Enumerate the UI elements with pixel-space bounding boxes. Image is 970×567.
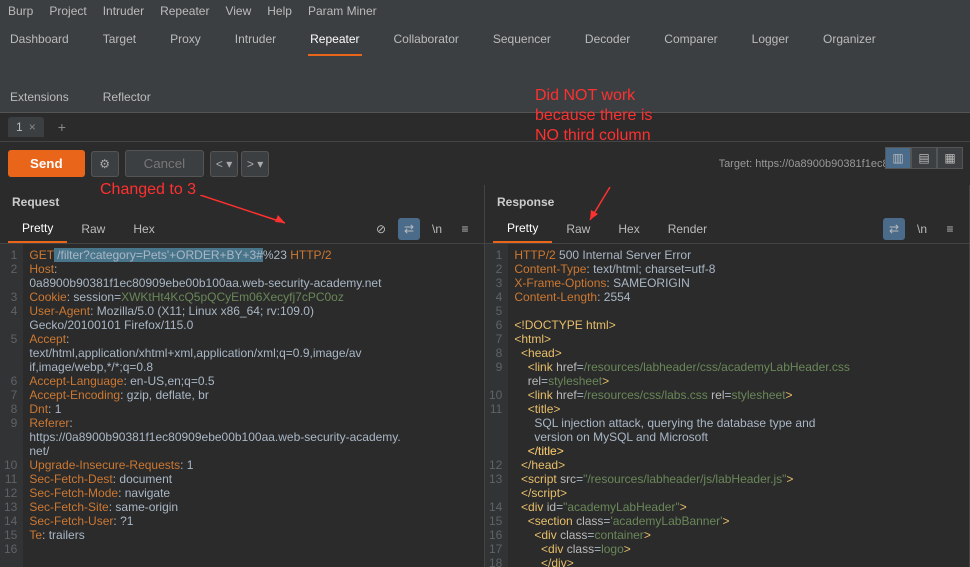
- editor-split: Request PrettyRawHex ⊘ ⇄ \n ≡ 1234567891…: [0, 185, 970, 567]
- response-code[interactable]: HTTP/2 500 Internal Server ErrorContent-…: [508, 244, 969, 567]
- layout-switch: ▥ ▤ ▦: [885, 147, 963, 169]
- forward-button[interactable]: > ▾: [241, 151, 269, 177]
- menu-help[interactable]: Help: [267, 4, 292, 18]
- tab-extensions[interactable]: Extensions: [8, 86, 71, 112]
- gear-icon[interactable]: ⚙: [91, 151, 119, 177]
- hide-icon[interactable]: ⊘: [370, 218, 392, 240]
- view-tab-hex[interactable]: Hex: [119, 216, 168, 242]
- layout-combined-icon[interactable]: ▦: [937, 147, 963, 169]
- cancel-button[interactable]: Cancel: [125, 150, 205, 177]
- tab-dashboard[interactable]: Dashboard: [8, 28, 71, 56]
- wrap-icon[interactable]: ⇄: [398, 218, 420, 240]
- repeater-subtabs: 1 × +: [0, 113, 970, 142]
- tab-target[interactable]: Target: [101, 28, 138, 56]
- newline-icon[interactable]: \n: [911, 218, 933, 240]
- menu-view[interactable]: View: [225, 4, 251, 18]
- toolbar: Send ⚙ Cancel < ▾ > ▾ Target: https://0a…: [0, 142, 970, 185]
- add-tab-button[interactable]: +: [52, 119, 72, 135]
- view-tab-pretty[interactable]: Pretty: [493, 215, 552, 243]
- response-title: Response: [485, 185, 969, 215]
- response-gutter: 123456789101112131415161718: [485, 244, 508, 567]
- response-editor[interactable]: 123456789101112131415161718 HTTP/2 500 I…: [485, 244, 969, 567]
- send-button[interactable]: Send: [8, 150, 85, 177]
- tab-repeater[interactable]: Repeater: [308, 28, 361, 56]
- tab-sequencer[interactable]: Sequencer: [491, 28, 553, 56]
- tab-reflector[interactable]: Reflector: [101, 86, 153, 112]
- close-icon[interactable]: ×: [29, 120, 36, 134]
- response-view-tabs: PrettyRawHexRender ⇄ \n ≡: [485, 215, 969, 244]
- menu-burp[interactable]: Burp: [8, 4, 33, 18]
- menu-icon[interactable]: ≡: [454, 218, 476, 240]
- tab-number: 1: [16, 120, 23, 134]
- menu-intruder[interactable]: Intruder: [103, 4, 144, 18]
- annotation-changed: Changed to 3: [100, 181, 196, 199]
- tab-logger[interactable]: Logger: [750, 28, 791, 56]
- menu-project[interactable]: Project: [49, 4, 86, 18]
- tab-decoder[interactable]: Decoder: [583, 28, 632, 56]
- request-view-tabs: PrettyRawHex ⊘ ⇄ \n ≡: [0, 215, 484, 244]
- repeater-tab-1[interactable]: 1 ×: [8, 117, 44, 137]
- menu-icon[interactable]: ≡: [939, 218, 961, 240]
- request-code[interactable]: GET /filter?category=Pets'+ORDER+BY+3#%2…: [23, 244, 484, 567]
- newline-icon[interactable]: \n: [426, 218, 448, 240]
- view-tab-pretty[interactable]: Pretty: [8, 215, 67, 243]
- layout-vertical-icon[interactable]: ▤: [911, 147, 937, 169]
- tab-proxy[interactable]: Proxy: [168, 28, 203, 56]
- layout-horizontal-icon[interactable]: ▥: [885, 147, 911, 169]
- tab-organizer[interactable]: Organizer: [821, 28, 878, 56]
- menu-param-miner[interactable]: Param Miner: [308, 4, 377, 18]
- view-tab-raw[interactable]: Raw: [67, 216, 119, 242]
- response-pane: ▥ ▤ ▦ Response PrettyRawHexRender ⇄ \n ≡…: [485, 185, 970, 567]
- view-tab-hex[interactable]: Hex: [604, 216, 653, 242]
- tab-collaborator[interactable]: Collaborator: [392, 28, 461, 56]
- request-gutter: 12345678910111213141516: [0, 244, 23, 567]
- view-tab-raw[interactable]: Raw: [552, 216, 604, 242]
- request-title: Request: [0, 185, 484, 215]
- annotation-didnotwork: Did NOT work because there is NO third c…: [535, 86, 652, 146]
- request-pane: Request PrettyRawHex ⊘ ⇄ \n ≡ 1234567891…: [0, 185, 485, 567]
- request-editor[interactable]: 12345678910111213141516 GET /filter?cate…: [0, 244, 484, 567]
- wrap-icon[interactable]: ⇄: [883, 218, 905, 240]
- tab-comparer[interactable]: Comparer: [662, 28, 719, 56]
- menubar: Burp Project Intruder Repeater View Help Param…: [0, 0, 970, 22]
- view-tab-render[interactable]: Render: [654, 216, 721, 242]
- main-tabbar: Dashboard Target Proxy Intruder Repeater Coll…: [0, 22, 970, 113]
- menu-repeater[interactable]: Repeater: [160, 4, 209, 18]
- back-button[interactable]: < ▾: [210, 151, 238, 177]
- tab-intruder[interactable]: Intruder: [233, 28, 278, 56]
